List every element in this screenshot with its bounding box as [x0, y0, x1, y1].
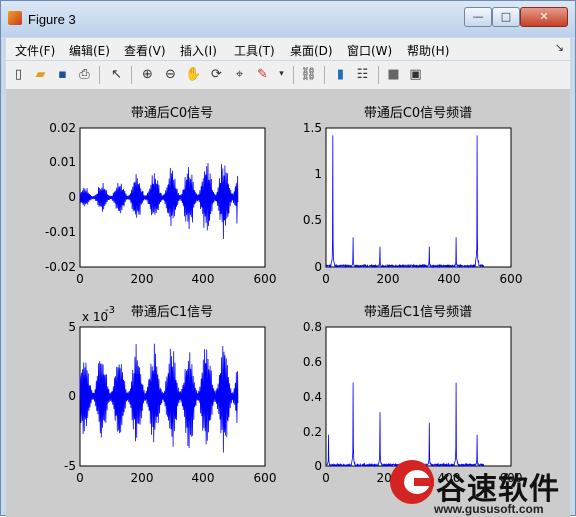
y-tick-label: 0.8 — [303, 320, 322, 334]
select-arrow-icon[interactable]: ↖ — [107, 65, 126, 84]
y-tick-label: 0.4 — [303, 390, 322, 404]
matlab-logo-icon — [8, 11, 22, 25]
watermark: 谷速软件 www.gususoft.com — [388, 460, 576, 516]
menu-bar: 文件(F) 编辑(E) 查看(V) 插入(I) 工具(T) 桌面(D) 窗口(W… — [6, 38, 570, 60]
y-tick-label: -0.01 — [45, 225, 76, 239]
menu-edit[interactable]: 编辑(E) — [69, 42, 110, 59]
x-tick-label: 200 — [131, 471, 154, 485]
y-tick-label: 0 — [314, 260, 322, 274]
y-tick-label: 5 — [68, 320, 76, 334]
print-icon[interactable]: ⎙ — [75, 65, 94, 84]
x-tick-label: 600 — [254, 272, 277, 286]
menu-view[interactable]: 查看(V) — [124, 42, 166, 59]
plot-c1-signal[interactable]: 带通后C1信号 x 10 -3 5 0 -5 0 200 400 600 — [64, 305, 276, 485]
plot-c0-spectrum[interactable]: 带通后C0信号频谱 1.5 1 0.5 0 0 200 400 600 — [303, 106, 523, 286]
x-tick-label: 0 — [322, 471, 330, 485]
save-icon[interactable]: ▪ — [53, 65, 72, 84]
x-tick-label: 200 — [377, 272, 400, 286]
plot-title: 带通后C0信号频谱 — [364, 106, 472, 121]
y-tick-label: -5 — [64, 459, 76, 473]
x-tick-label: 400 — [438, 272, 461, 286]
menu-tools[interactable]: 工具(T) — [234, 42, 275, 59]
window-title: Figure 3 — [28, 12, 76, 27]
close-button[interactable]: ✕ — [520, 7, 568, 27]
new-figure-icon[interactable]: ▯ — [9, 65, 28, 84]
x-tick-label: 200 — [131, 272, 154, 286]
y-tick-label: 0 — [314, 459, 322, 473]
menu-dock-arrow-icon[interactable]: ↘ — [555, 41, 564, 54]
menu-help[interactable]: 帮助(H) — [407, 42, 449, 59]
y-exponent-power: -3 — [105, 305, 115, 316]
legend-icon[interactable]: ☷ — [353, 65, 372, 84]
figure-canvas: 带通后C0信号 0.02 0.01 0 -0.01 -0.02 0 200 40… — [6, 90, 570, 517]
rotate-3d-icon[interactable]: ⟳ — [207, 65, 226, 84]
menu-file[interactable]: 文件(F) — [15, 42, 55, 59]
x-tick-label: 400 — [192, 272, 215, 286]
menu-window[interactable]: 窗口(W) — [347, 42, 392, 59]
menu-desktop[interactable]: 桌面(D) — [290, 42, 333, 59]
open-file-icon[interactable]: ▰ — [31, 65, 50, 84]
maximize-button[interactable]: □ — [492, 7, 520, 27]
plot-c1-spectrum[interactable]: 带通后C1信号频谱 0.8 0.6 0.4 0.2 0 0 200 400 60… — [303, 305, 523, 485]
minimize-button[interactable]: — — [464, 7, 492, 27]
axes-box — [325, 127, 512, 268]
brush-icon[interactable]: ✎ — [253, 65, 272, 84]
x-tick-label: 600 — [500, 272, 523, 286]
y-tick-label: 0.01 — [49, 155, 76, 169]
brush-dropdown-icon[interactable]: ▾ — [272, 65, 291, 84]
title-bar[interactable]: Figure 3 — □ ✕ — [1, 1, 575, 37]
x-tick-label: 0 — [76, 272, 84, 286]
y-tick-label: 1 — [314, 167, 322, 181]
zoom-out-icon[interactable]: ⊖ — [161, 65, 180, 84]
plot-title: 带通后C0信号 — [131, 106, 213, 121]
y-tick-label: -0.02 — [45, 260, 76, 274]
y-tick-label: 0.02 — [49, 121, 76, 135]
y-tick-label: 0.5 — [303, 213, 322, 227]
zoom-in-icon[interactable]: ⊕ — [138, 65, 157, 84]
colorbar-icon[interactable]: ▮ — [331, 65, 350, 84]
y-tick-label: 1.5 — [303, 121, 322, 135]
x-tick-label: 0 — [76, 471, 84, 485]
x-tick-label: 600 — [254, 471, 277, 485]
y-tick-label: 0.2 — [303, 425, 322, 439]
plot-c0-signal[interactable]: 带通后C0信号 0.02 0.01 0 -0.01 -0.02 0 200 40… — [45, 106, 277, 286]
y-tick-label: 0 — [68, 190, 76, 204]
show-plot-tools-icon[interactable]: ▣ — [406, 65, 425, 84]
data-cursor-icon[interactable]: ⌖ — [230, 65, 249, 84]
watermark-url: www.gususoft.com — [434, 502, 544, 516]
menu-insert[interactable]: 插入(I) — [180, 42, 217, 59]
hide-plot-tools-icon[interactable]: ■ — [384, 65, 403, 84]
plot-title: 带通后C1信号频谱 — [364, 305, 472, 320]
pan-hand-icon[interactable]: ✋ — [184, 65, 203, 84]
plots-svg: 带通后C0信号 0.02 0.01 0 -0.01 -0.02 0 200 40… — [45, 106, 523, 485]
figure-toolbar: ▯ ▰ ▪ ⎙ ↖ ⊕ ⊖ ✋ ⟳ ⌖ ✎ ▾ ⛓ ▮ ☷ ■ ▣ — [6, 61, 570, 90]
x-tick-label: 400 — [192, 471, 215, 485]
y-tick-label: 0.6 — [303, 355, 322, 369]
x-tick-label: 0 — [322, 272, 330, 286]
y-tick-label: 0 — [68, 389, 76, 403]
brand-logo-icon — [390, 460, 434, 504]
link-plot-icon[interactable]: ⛓ — [299, 65, 318, 84]
plot-title: 带通后C1信号 — [131, 305, 213, 320]
figure-window: Figure 3 — □ ✕ 文件(F) 编辑(E) 查看(V) 插入(I) 工… — [0, 0, 576, 517]
